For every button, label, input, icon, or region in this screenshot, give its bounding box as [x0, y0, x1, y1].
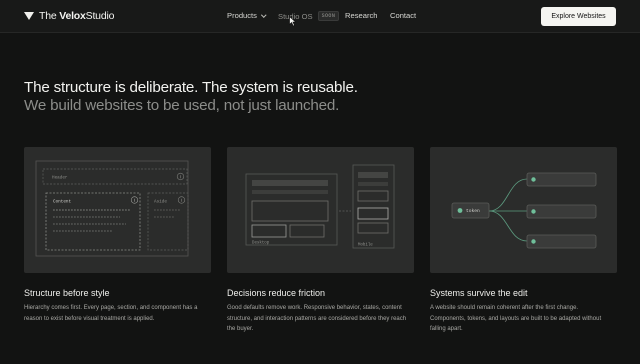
hero-title: The structure is deliberate. The system …: [24, 79, 358, 96]
nav-products-label: Products: [227, 11, 257, 20]
component-node: [526, 234, 597, 249]
responsive-wireframe-illustration: Desktop Mobile: [245, 164, 395, 249]
token-label: token: [466, 208, 480, 214]
cursor-icon: [289, 16, 297, 27]
mobile-label: Mobile: [358, 243, 373, 248]
nav-products[interactable]: Products: [227, 11, 267, 20]
header-label: Header: [52, 176, 68, 181]
decisions-illustration-card: Desktop Mobile: [227, 147, 414, 273]
nav-research[interactable]: Research: [345, 11, 378, 20]
nav-contact[interactable]: Contact: [390, 11, 416, 20]
component-node: [526, 204, 597, 219]
feature-title: Decisions reduce friction: [227, 288, 326, 298]
feature-description: Good defaults remove work. Responsive be…: [227, 305, 407, 332]
wireframe-layout-illustration: Header Content Aside: [35, 160, 189, 257]
systems-illustration-card: token: [430, 147, 617, 273]
structure-illustration-card: Header Content Aside: [24, 147, 211, 273]
soon-badge: SOON: [317, 11, 340, 21]
logo-triangle-icon: [24, 12, 34, 20]
logo-text: The VeloxStudio: [39, 10, 115, 22]
explore-websites-button[interactable]: Explore Websites: [541, 7, 616, 26]
chevron-down-icon: [261, 12, 267, 17]
feature-title: Structure before style: [24, 288, 110, 298]
desktop-label: Desktop: [252, 241, 270, 246]
nav-studio-os[interactable]: Studio OS SOON: [278, 11, 340, 21]
token-dot-icon: [457, 208, 463, 213]
top-nav: The VeloxStudio Products Studio OS SOON …: [0, 0, 640, 33]
feature-description: A website should remain coherent after t…: [430, 305, 602, 332]
component-node: [526, 172, 597, 187]
aside-label: Aside: [154, 200, 167, 205]
hero-subtitle: We build websites to be used, not just l…: [24, 97, 340, 114]
feature-description: Hierarchy comes first. Every page, secti…: [24, 305, 198, 322]
feature-title: Systems survive the edit: [430, 288, 528, 298]
content-label: Content: [53, 200, 71, 205]
token-network-illustration: token: [451, 172, 597, 249]
logo[interactable]: The VeloxStudio: [24, 10, 114, 22]
